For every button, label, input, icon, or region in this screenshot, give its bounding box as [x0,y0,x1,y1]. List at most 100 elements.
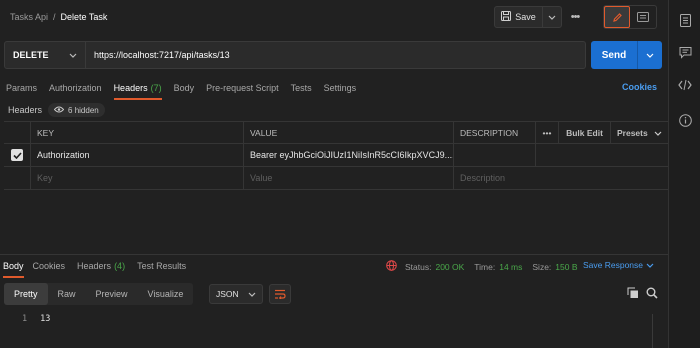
save-response-label: Save Response [583,260,644,270]
tab-authorization[interactable]: Authorization [43,78,108,98]
globe-icon[interactable] [386,260,397,273]
view-raw-button[interactable]: Raw [48,283,86,305]
time-label: Time: [474,261,496,272]
wrap-lines-icon[interactable] [269,284,291,304]
checkmark-icon [11,149,23,161]
new-key-input[interactable]: Key [31,167,244,189]
cookies-link[interactable]: Cookies [622,82,657,92]
bulk-edit-button[interactable]: Bulk Edit [559,122,611,143]
tab-label: Headers [113,83,148,93]
more-options-icon[interactable]: ••• [566,9,584,25]
tab-count-badge: (4) [114,261,126,271]
tab-response-cookies[interactable]: Cookies [27,256,72,276]
response-format-select[interactable]: JSON [209,284,263,304]
response-view-toggle: Pretty Raw Preview Visualize [4,283,194,305]
http-method-select[interactable]: DELETE [4,41,86,69]
info-icon[interactable] [677,112,693,128]
tab-label: Body [173,83,195,93]
save-response-dropdown[interactable]: Save Response [583,260,654,270]
view-mode-toggle [603,5,657,29]
column-options-icon[interactable]: ••• [536,122,559,143]
code-snippet-icon[interactable] [677,77,693,93]
table-row: Authorization Bearer eyJhbGciOiJIUzI1NiI… [4,144,668,167]
status-label: Status: [405,261,432,272]
comments-icon[interactable] [677,44,693,60]
row-enabled-checkbox[interactable] [4,144,31,166]
chevron-down-icon [248,289,256,299]
tab-label: Cookies [32,261,66,271]
header-key-cell[interactable]: Authorization [31,144,244,166]
presets-dropdown[interactable]: Presets [611,122,668,143]
send-button[interactable]: Send [591,41,638,69]
tab-settings[interactable]: Settings [318,78,363,98]
tab-pre-request-script[interactable]: Pre-request Script [200,78,285,98]
status-value[interactable]: 200 OK [435,262,464,272]
tab-response-body[interactable]: Body [0,256,27,278]
tab-label: Headers [77,261,112,271]
pane-divider[interactable] [0,254,668,255]
save-button[interactable]: Save [495,7,543,27]
column-key: KEY [31,122,244,143]
column-value: VALUE [244,122,454,143]
documentation-icon[interactable] [677,12,693,28]
tab-params[interactable]: Params [0,78,43,98]
hidden-headers-count: 6 hidden [68,105,99,115]
tab-tests[interactable]: Tests [285,78,318,98]
breadcrumb: Tasks Api / Delete Task [10,10,107,24]
documentation-mode-icon[interactable] [630,6,656,28]
save-icon [501,11,512,23]
tab-label: Body [3,261,24,271]
headers-subheader: Headers 6 hidden [8,103,105,117]
chevron-down-icon [646,260,654,270]
headers-table: KEY VALUE DESCRIPTION ••• Bulk Edit Pres… [4,121,668,190]
copy-icon[interactable] [627,287,639,301]
send-options-chevron-icon[interactable] [638,41,662,69]
new-value-input[interactable]: Value [244,167,454,189]
request-url-input[interactable]: https://localhost:7217/api/tasks/13 [86,41,586,69]
http-method-value: DELETE [13,50,49,60]
right-sidebar [668,0,700,348]
format-value: JSON [216,289,239,299]
breadcrumb-collection[interactable]: Tasks Api [10,12,48,22]
header-description-cell[interactable] [454,144,536,166]
view-preview-button[interactable]: Preview [86,283,138,305]
tab-body[interactable]: Body [168,78,201,98]
tab-count-badge: (7) [150,83,162,93]
tab-label: Settings [323,83,357,93]
code-text: 13 [40,314,51,324]
response-body-editor[interactable] [0,310,655,348]
tab-response-headers[interactable]: Headers (4) [71,256,131,276]
view-visualize-button[interactable]: Visualize [138,283,194,305]
tab-label: Authorization [49,83,102,93]
hidden-headers-toggle[interactable]: 6 hidden [48,103,105,117]
request-tabs: Params Authorization Headers (7) Body Pre… [0,78,363,100]
size-label: Size: [532,261,552,272]
send-button-group: Send [591,41,662,69]
empty-checkbox-cell [4,167,31,189]
code-line: 1 13 [22,314,50,324]
tab-label: Test Results [137,261,187,271]
row-spacer [536,144,668,166]
header-checkbox-column [4,122,31,143]
headers-section-label: Headers [8,105,43,115]
size-value[interactable]: 150 B [555,262,577,272]
response-meta: Status: 200 OK Time: 14 ms Size: 150 B [386,260,578,273]
save-button-group: Save [494,6,562,28]
new-description-input[interactable]: Description [454,167,668,189]
time-value[interactable]: 14 ms [499,262,522,272]
search-icon[interactable] [646,287,658,301]
chevron-down-icon [654,128,662,138]
column-description: DESCRIPTION [454,122,536,143]
view-pretty-button[interactable]: Pretty [4,283,48,305]
breadcrumb-request-name[interactable]: Delete Task [61,12,108,22]
save-options-chevron-icon[interactable] [543,7,561,27]
table-header-row: KEY VALUE DESCRIPTION ••• Bulk Edit Pres… [4,121,668,144]
breadcrumb-separator: / [53,12,56,22]
tab-test-results[interactable]: Test Results [131,256,192,276]
header-value-cell[interactable]: Bearer eyJhbGciOiJIUzI1NiIsInR5cCI6IkpXV… [244,144,454,166]
edit-mode-pencil-icon[interactable] [604,6,630,28]
editor-scrollbar[interactable] [652,314,653,348]
eye-icon [53,106,65,115]
tab-headers[interactable]: Headers (7) [108,78,168,100]
save-label: Save [515,12,536,22]
